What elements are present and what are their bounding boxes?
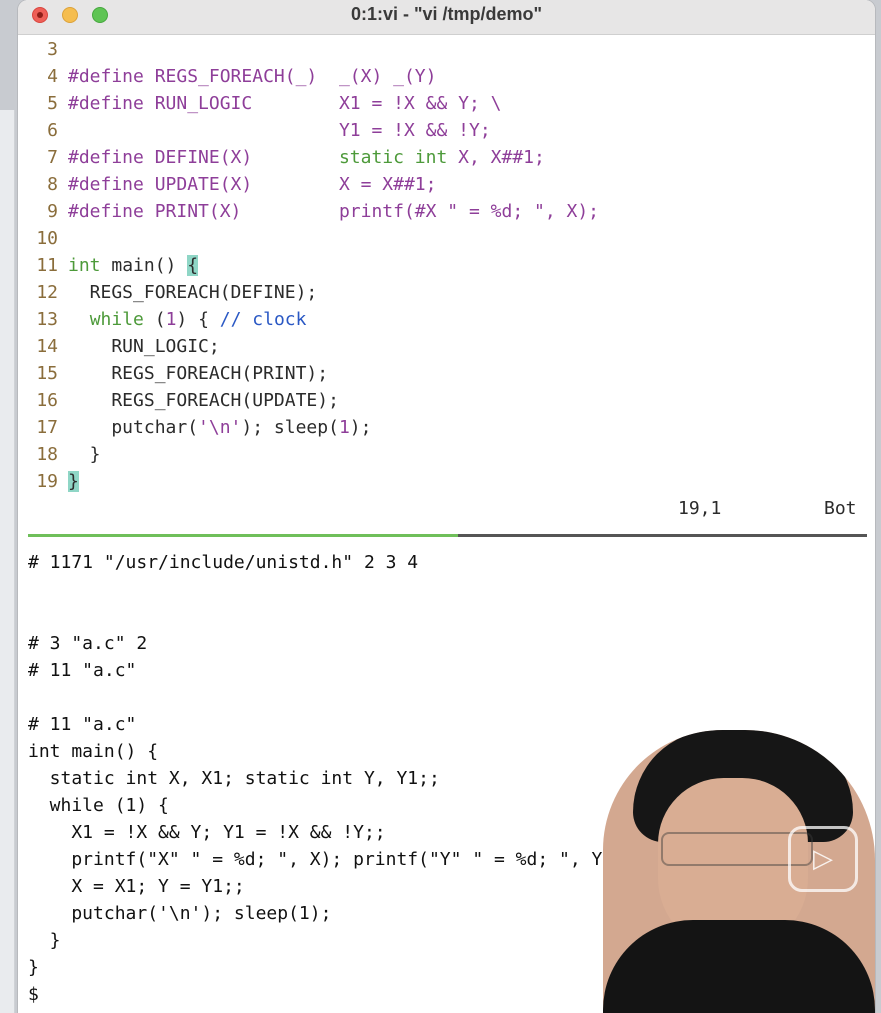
line-number: 13 (36, 309, 58, 330)
background-window-edge (0, 110, 15, 1013)
scroll-indicator: Bot (824, 498, 857, 519)
editor-line: 10 (18, 225, 68, 252)
line-number: 7 (47, 147, 58, 168)
code-token: #define DEFINE(X) (68, 147, 339, 168)
output-line: while (1) { (28, 795, 169, 816)
matched-brace: { (187, 255, 199, 276)
line-number: 14 (36, 336, 58, 357)
line-number: 11 (36, 255, 58, 276)
output-line: int main() { (28, 741, 159, 762)
output-line: # 1171 "/usr/include/unistd.h" 2 3 4 (28, 552, 419, 573)
editor-line: 18 } (18, 441, 101, 468)
editor-line: 8 #define UPDATE(X) X = X##1; (18, 171, 436, 198)
code-token: _(X) _(Y) (338, 66, 437, 87)
cursor-position: 19,1 (678, 498, 722, 519)
output-line: X = X1; Y = Y1;; (28, 876, 245, 897)
code-token: } (68, 444, 101, 465)
editor-line: 17 putchar('\n'); sleep(1); (18, 414, 371, 441)
line-number: 15 (36, 363, 58, 384)
line-number: 9 (47, 201, 58, 222)
shell-prompt: $ (28, 984, 39, 1005)
editor-line: 12 REGS_FOREACH(DEFINE); (18, 279, 317, 306)
code-token: X, X##1; (447, 147, 545, 168)
editor-line: 4 #define REGS_FOREACH(_) _(X) _(Y) (18, 63, 436, 90)
editor-line: 13 while (1) { // clock (18, 306, 306, 333)
line-number: 18 (36, 444, 58, 465)
output-line: # 3 "a.c" 2 (28, 633, 148, 654)
editor-line: 7 #define DEFINE(X) static int X, X##1; (18, 144, 545, 171)
code-token: REGS_FOREACH(DEFINE); (68, 282, 318, 303)
code-token: 1 (165, 309, 177, 330)
code-token: Y1 = !X && !Y; (338, 120, 491, 141)
editor-line: 14 RUN_LOGIC; (18, 333, 220, 360)
line-number: 4 (47, 66, 58, 87)
editor-line: 16 REGS_FOREACH(UPDATE); (18, 387, 339, 414)
code-token: #define UPDATE(X) (68, 174, 339, 195)
code-token: ); (349, 417, 372, 438)
editor-line: 9 #define PRINT(X) printf(#X " = %d; ", X… (18, 198, 599, 225)
editor-line: 19} (18, 468, 79, 495)
editor-line: 5 #define RUN_LOGIC X1 = !X && Y; \ (18, 90, 502, 117)
code-token: RUN_LOGIC; (68, 336, 220, 357)
output-line: # 11 "a.c" (28, 660, 137, 681)
code-token: 1 (338, 417, 350, 438)
output-line: } (28, 930, 61, 951)
line-number: 5 (47, 93, 58, 114)
code-token: #define PRINT(X) (68, 201, 339, 222)
active-pane-marker (28, 534, 458, 537)
play-icon: ▷ (788, 826, 858, 892)
output-line: putchar('\n'); sleep(1); (28, 903, 332, 924)
vim-status-line: 19,1 Bot (18, 494, 875, 524)
code-token: ( (143, 309, 166, 330)
line-number: 3 (47, 39, 58, 60)
line-number: 10 (36, 228, 58, 249)
editor-line: 6 Y1 = !X && !Y; (18, 117, 491, 144)
line-number: 12 (36, 282, 58, 303)
code-token: static int (338, 147, 448, 168)
code-token: while (89, 309, 144, 330)
code-token: REGS_FOREACH(PRINT); (68, 363, 329, 384)
line-number: 16 (36, 390, 58, 411)
code-token: putchar( (68, 417, 199, 438)
code-token: #define RUN_LOGIC (68, 93, 339, 114)
code-token: // clock (219, 309, 307, 330)
output-line: # 11 "a.c" (28, 714, 137, 735)
code-token: main() (100, 255, 188, 276)
output-line: X1 = !X && Y; Y1 = !X && !Y;; (28, 822, 386, 843)
window-title: 0:1:vi - "vi /tmp/demo" (350, 4, 543, 24)
code-token: ); sleep( (241, 417, 339, 438)
code-token: ) { (176, 309, 220, 330)
pane-divider[interactable] (28, 534, 867, 537)
code-token: #define REGS_FOREACH(_) (68, 66, 339, 87)
code-token: '\n' (198, 417, 242, 438)
code-token: REGS_FOREACH(UPDATE); (68, 390, 339, 411)
code-token: X1 = !X && Y; \ (338, 93, 502, 114)
presenter-shirt (603, 920, 875, 1013)
line-number: 19 (36, 471, 58, 492)
vim-editor-pane[interactable]: 3 4 #define REGS_FOREACH(_) _(X) _(Y) 5 #def… (18, 34, 875, 525)
editor-line: 11 int main() { (18, 252, 199, 279)
output-line: } (28, 957, 39, 978)
output-line: printf("X" " = %d; ", X); printf("Y" " =… (28, 849, 635, 870)
editor-line: 3 (18, 36, 68, 63)
terminal-window: 0:1:vi - "vi /tmp/demo" 3 4 #define REGS_F… (18, 0, 875, 1013)
output-line: static int X, X1; static int Y, Y1;; (28, 768, 440, 789)
line-number: 17 (36, 417, 58, 438)
title-bar[interactable]: 0:1:vi - "vi /tmp/demo" (18, 0, 875, 35)
editor-line: 15 REGS_FOREACH(PRINT); (18, 360, 328, 387)
code-token: int (68, 255, 101, 276)
code-token: X = X##1; (338, 174, 437, 195)
line-number: 6 (47, 120, 58, 141)
line-number: 8 (47, 174, 58, 195)
code-token: printf(#X " = %d; ", X); (338, 201, 600, 222)
matched-brace: } (68, 471, 79, 492)
